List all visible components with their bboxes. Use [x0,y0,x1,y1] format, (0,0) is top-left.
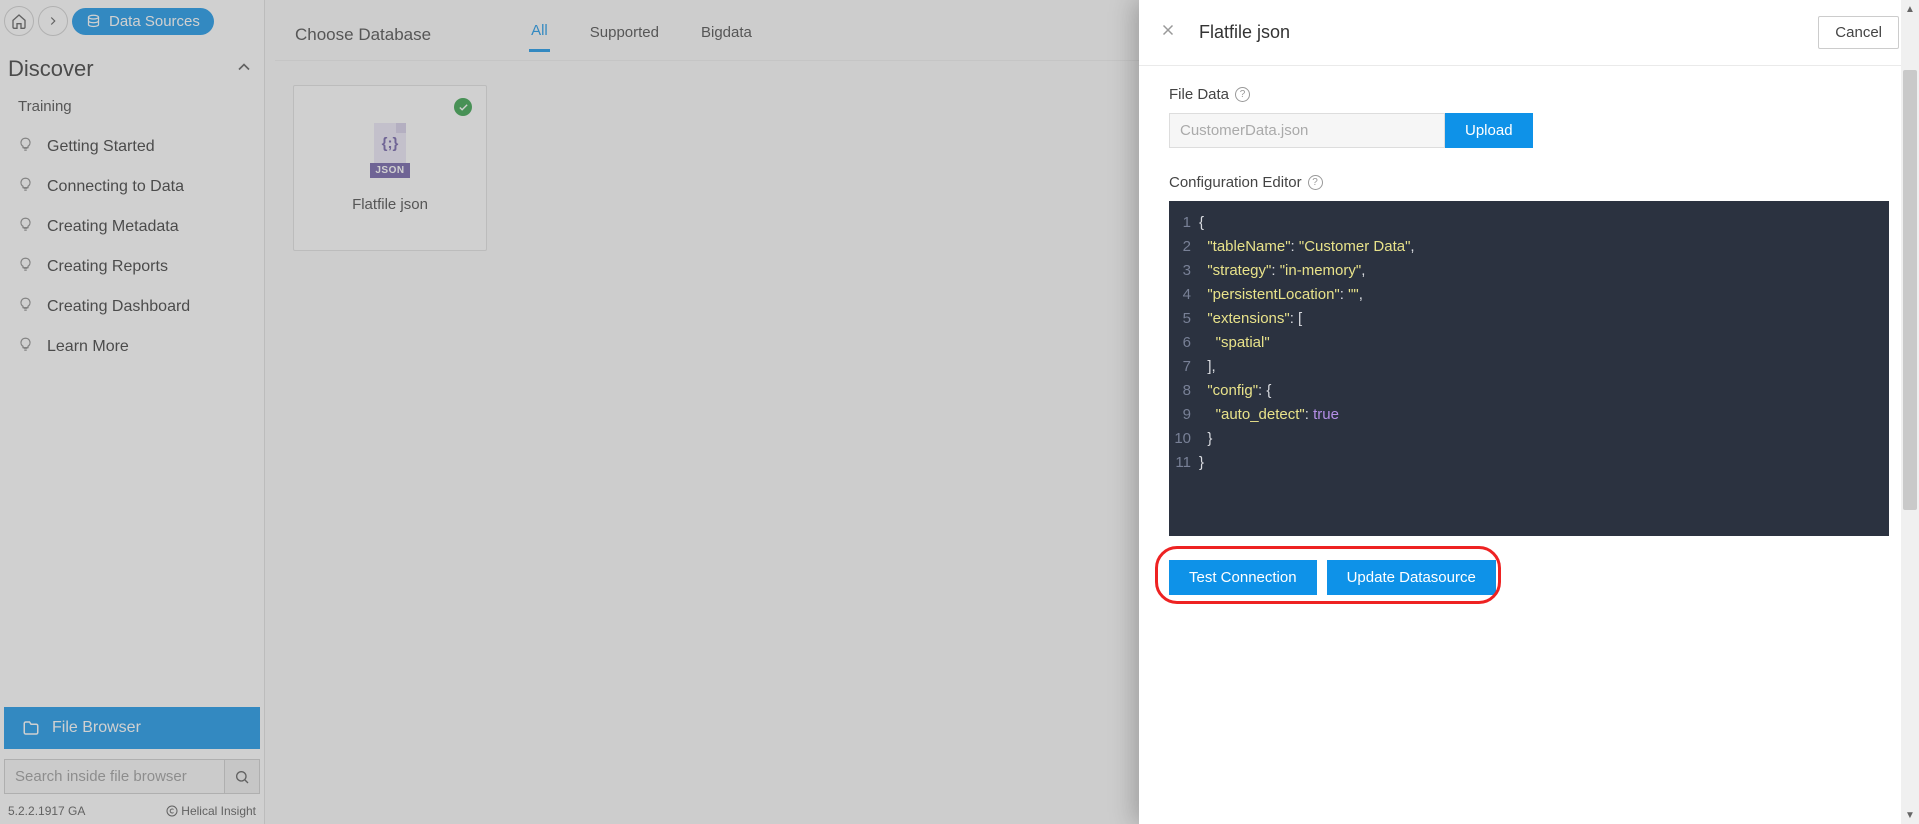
close-panel-button[interactable] [1159,21,1177,44]
editor-line: 6 "spatial" [1169,331,1889,355]
editor-line: 4 "persistentLocation": "", [1169,283,1889,307]
upload-button[interactable]: Upload [1445,113,1533,148]
line-number: 1 [1169,211,1199,235]
line-number: 10 [1169,427,1199,451]
panel-body: File Data ? Upload Configuration Editor … [1139,66,1919,824]
config-editor-label: Configuration Editor ? [1169,174,1889,191]
code-content: ], [1199,355,1216,379]
line-number: 3 [1169,259,1199,283]
editor-line: 10 } [1169,427,1889,451]
line-number: 5 [1169,307,1199,331]
file-name-input[interactable] [1169,113,1445,148]
code-content: "tableName": "Customer Data", [1199,235,1415,259]
close-icon [1159,21,1177,39]
editor-line: 3 "strategy": "in-memory", [1169,259,1889,283]
line-number: 2 [1169,235,1199,259]
editor-line: 1{ [1169,211,1889,235]
code-content: } [1199,451,1204,475]
file-data-label-text: File Data [1169,86,1229,103]
code-content: { [1199,211,1204,235]
file-data-label: File Data ? [1169,86,1889,103]
line-number: 6 [1169,331,1199,355]
code-content: "spatial" [1199,331,1270,355]
scrollbar-thumb[interactable] [1903,70,1917,510]
editor-line: 2 "tableName": "Customer Data", [1169,235,1889,259]
code-content: "persistentLocation": "", [1199,283,1363,307]
line-number: 11 [1169,451,1199,475]
editor-line: 5 "extensions": [ [1169,307,1889,331]
code-content: "config": { [1199,379,1271,403]
panel-scrollbar[interactable]: ▲ ▼ [1901,0,1919,824]
datasource-edit-panel: Flatfile json Cancel File Data ? Upload … [1139,0,1919,824]
editor-line: 8 "config": { [1169,379,1889,403]
cancel-button[interactable]: Cancel [1818,16,1899,49]
help-icon[interactable]: ? [1235,87,1250,102]
editor-line: 9 "auto_detect": true [1169,403,1889,427]
scroll-down-icon[interactable]: ▼ [1901,806,1919,824]
code-content: "extensions": [ [1199,307,1302,331]
line-number: 7 [1169,355,1199,379]
update-datasource-button[interactable]: Update Datasource [1327,560,1496,595]
panel-title: Flatfile json [1199,22,1818,43]
file-upload-row: Upload [1169,113,1889,148]
configuration-editor[interactable]: 1{2 "tableName": "Customer Data",3 "stra… [1169,201,1889,536]
code-content: "auto_detect": true [1199,403,1339,427]
test-connection-button[interactable]: Test Connection [1169,560,1317,595]
panel-header: Flatfile json Cancel [1139,0,1919,66]
line-number: 9 [1169,403,1199,427]
help-icon[interactable]: ? [1308,175,1323,190]
code-content: } [1199,427,1212,451]
line-number: 4 [1169,283,1199,307]
action-button-row: Test Connection Update Datasource [1169,560,1889,595]
code-content: "strategy": "in-memory", [1199,259,1365,283]
editor-line: 7 ], [1169,355,1889,379]
config-editor-label-text: Configuration Editor [1169,174,1302,191]
line-number: 8 [1169,379,1199,403]
scroll-up-icon[interactable]: ▲ [1901,0,1919,18]
editor-line: 11} [1169,451,1889,475]
